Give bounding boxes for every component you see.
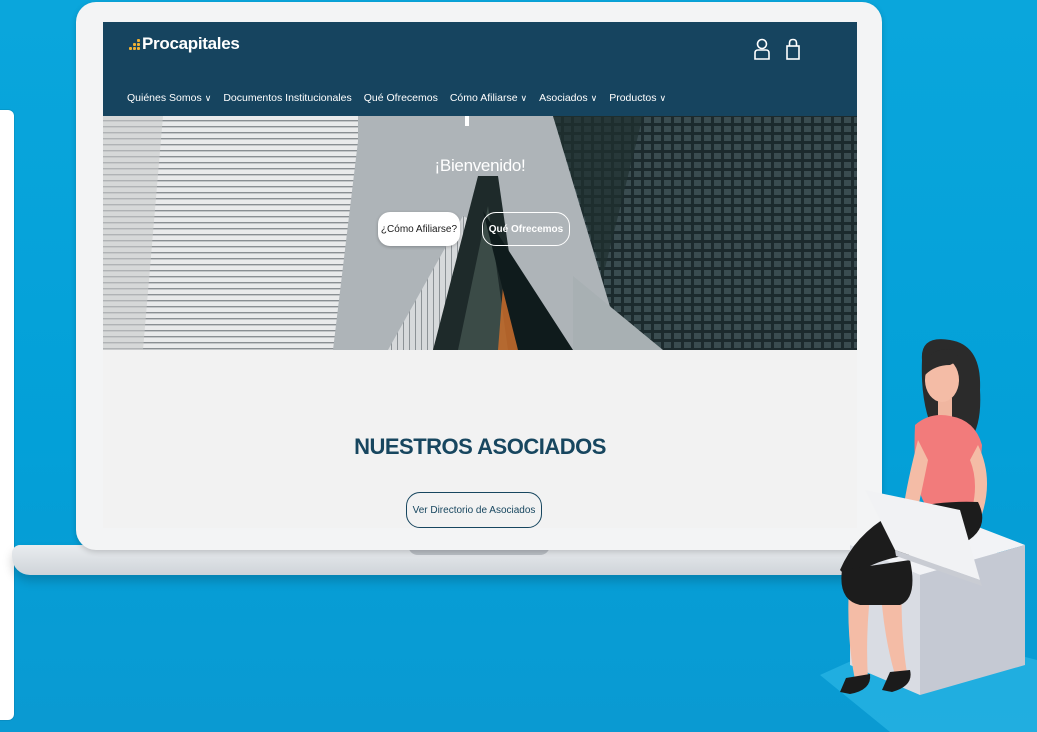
nav-item-como-afiliarse[interactable]: Cómo Afiliarse ∨ (450, 92, 527, 104)
woman-with-laptop-illustration (820, 339, 1037, 732)
skyscrapers-image (103, 116, 857, 350)
user-icon[interactable] (753, 38, 771, 60)
chevron-down-icon: ∨ (204, 92, 212, 103)
nav-item-que-ofrecemos[interactable]: Qué Ofrecemos (364, 92, 438, 104)
nav-item-asociados[interactable]: Asociados ∨ (539, 92, 597, 104)
chevron-down-icon: ∨ (520, 92, 528, 103)
section-title: NUESTROS ASOCIADOS (354, 434, 606, 459)
brand-logo[interactable]: Procapitales (129, 34, 240, 54)
chevron-down-icon: ∨ (659, 92, 667, 103)
nav-label: Quiénes Somos (127, 92, 202, 104)
chevron-down-icon: ∨ (590, 92, 598, 103)
hero-banner: ¡Bienvenido! ¿Cómo Afiliarse? Qué Ofrece… (103, 116, 857, 350)
side-panel (0, 110, 14, 720)
nav-label: Asociados (539, 92, 588, 104)
nav-label: Documentos Institucionales (223, 92, 352, 104)
nav-item-quienes-somos[interactable]: Quiénes Somos ∨ (127, 92, 211, 104)
nav-label: Productos (609, 92, 657, 104)
nav-item-documentos[interactable]: Documentos Institucionales (223, 92, 351, 104)
brand-name: Procapitales (142, 34, 240, 53)
directory-button[interactable]: Ver Directorio de Asociados (406, 492, 542, 528)
shopping-bag-icon[interactable] (785, 38, 801, 60)
como-afiliarse-button[interactable]: ¿Cómo Afiliarse? (378, 212, 460, 246)
hero-title: ¡Bienvenido! (434, 156, 526, 175)
logo-dots-icon (129, 36, 141, 52)
nav-item-productos[interactable]: Productos ∨ (609, 92, 666, 104)
que-ofrecemos-button[interactable]: Qué Ofrecemos (482, 212, 570, 246)
nav-label: Qué Ofrecemos (363, 92, 438, 104)
site-header: Procapitales Quiénes Somos ∨ Documentos … (103, 22, 857, 116)
laptop-screen: Procapitales Quiénes Somos ∨ Documentos … (103, 22, 857, 528)
main-nav: Quiénes Somos ∨ Documentos Institucional… (127, 92, 666, 104)
nav-label: Cómo Afiliarse (449, 92, 518, 104)
